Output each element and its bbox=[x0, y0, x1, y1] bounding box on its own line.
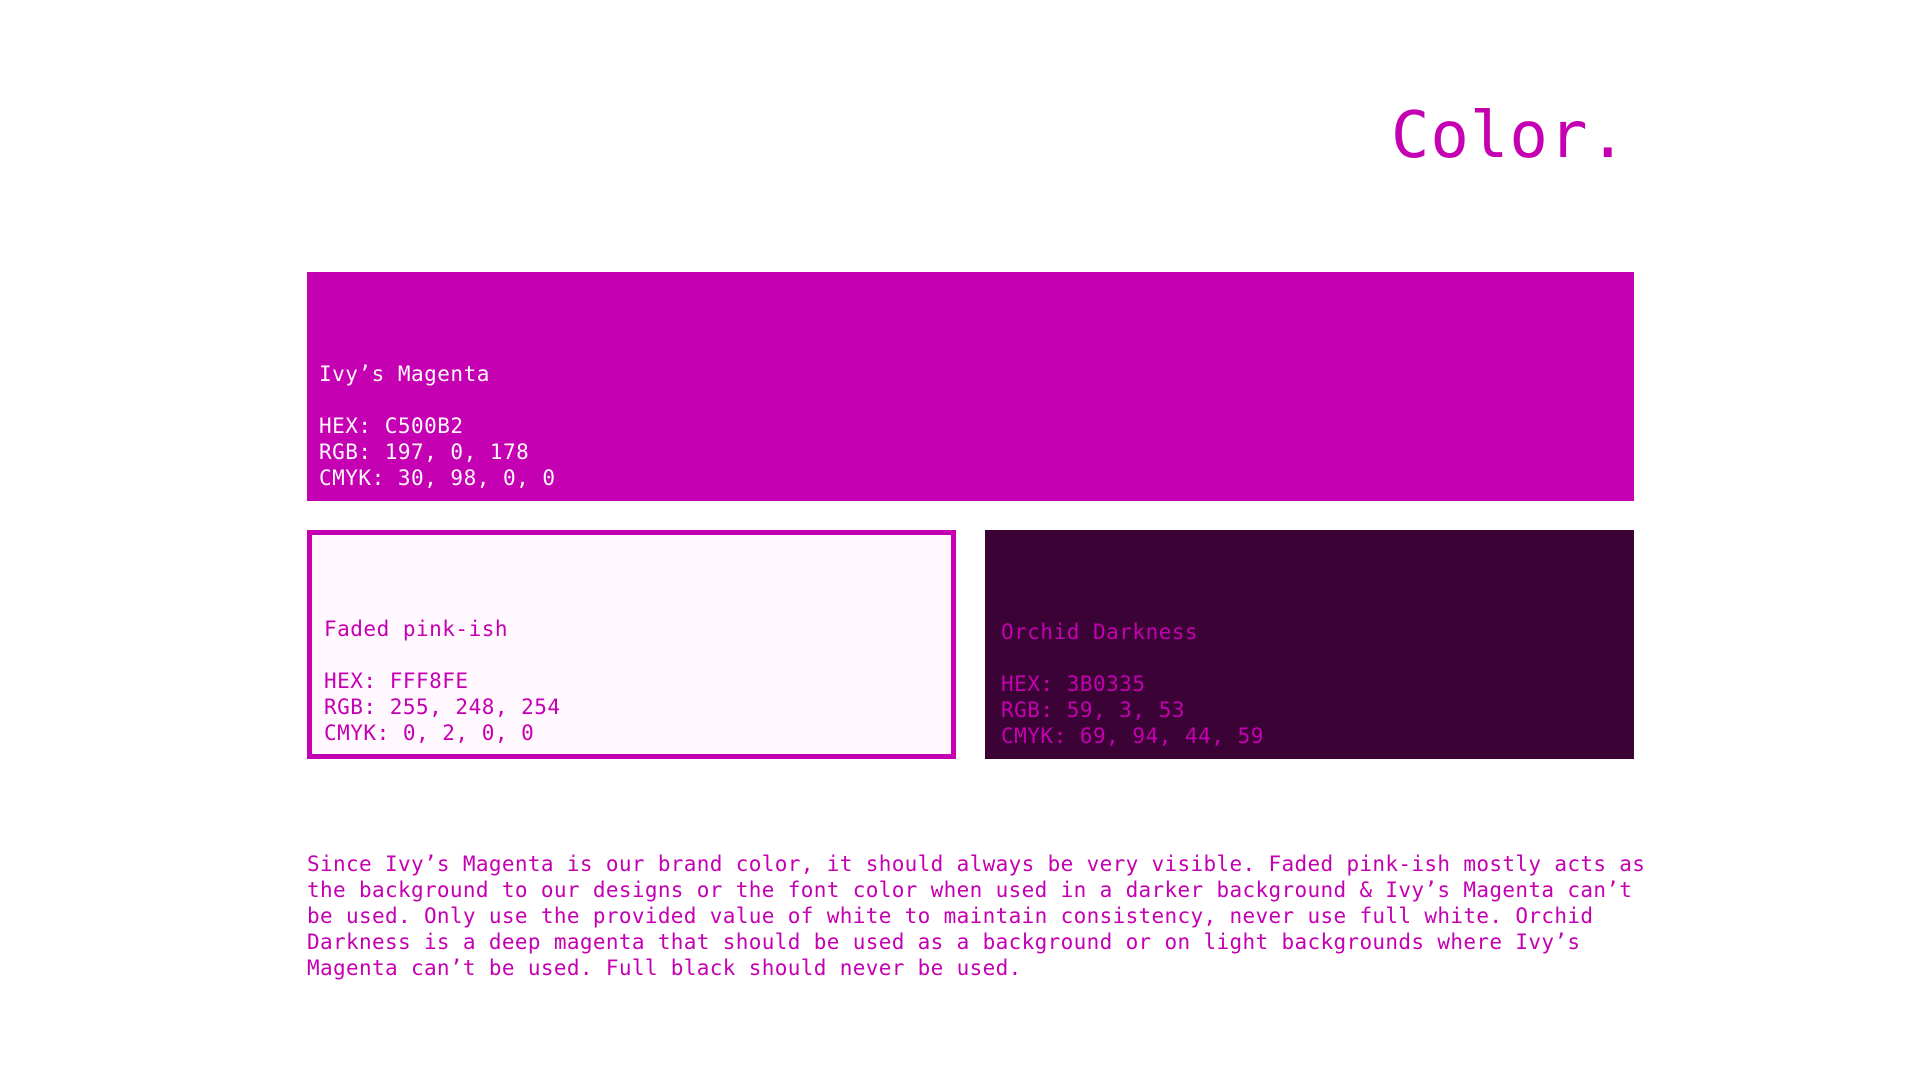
swatch-ivys-magenta: Ivy’s Magenta HEX: C500B2 RGB: 197, 0, 1… bbox=[307, 272, 1634, 501]
swatch-name: Faded pink-ish bbox=[324, 617, 509, 641]
swatch-rgb: RGB: 255, 248, 254 bbox=[324, 695, 561, 719]
color-usage-description: Since Ivy’s Magenta is our brand color, … bbox=[307, 852, 1646, 980]
swatch-hex: HEX: C500B2 bbox=[319, 414, 464, 438]
swatch-name: Ivy’s Magenta bbox=[319, 362, 490, 386]
swatch-cmyk: CMYK: 0, 2, 0, 0 bbox=[324, 721, 535, 745]
swatch-hex: HEX: FFF8FE bbox=[324, 669, 469, 693]
swatch-hex: HEX: 3B0335 bbox=[1001, 672, 1146, 696]
swatch-cmyk: CMYK: 69, 94, 44, 59 bbox=[1001, 724, 1264, 748]
swatch-rgb: RGB: 197, 0, 178 bbox=[319, 440, 530, 464]
swatch-name: Orchid Darkness bbox=[1001, 620, 1199, 644]
swatch-rgb: RGB: 59, 3, 53 bbox=[1001, 698, 1186, 722]
page-title: Color. bbox=[1390, 99, 1628, 173]
swatch-orchid-darkness: Orchid Darkness HEX: 3B0335 RGB: 59, 3, … bbox=[985, 530, 1634, 759]
swatch-faded-pink-ish: Faded pink-ish HEX: FFF8FE RGB: 255, 248… bbox=[307, 530, 956, 759]
swatch-cmyk: CMYK: 30, 98, 0, 0 bbox=[319, 466, 556, 490]
